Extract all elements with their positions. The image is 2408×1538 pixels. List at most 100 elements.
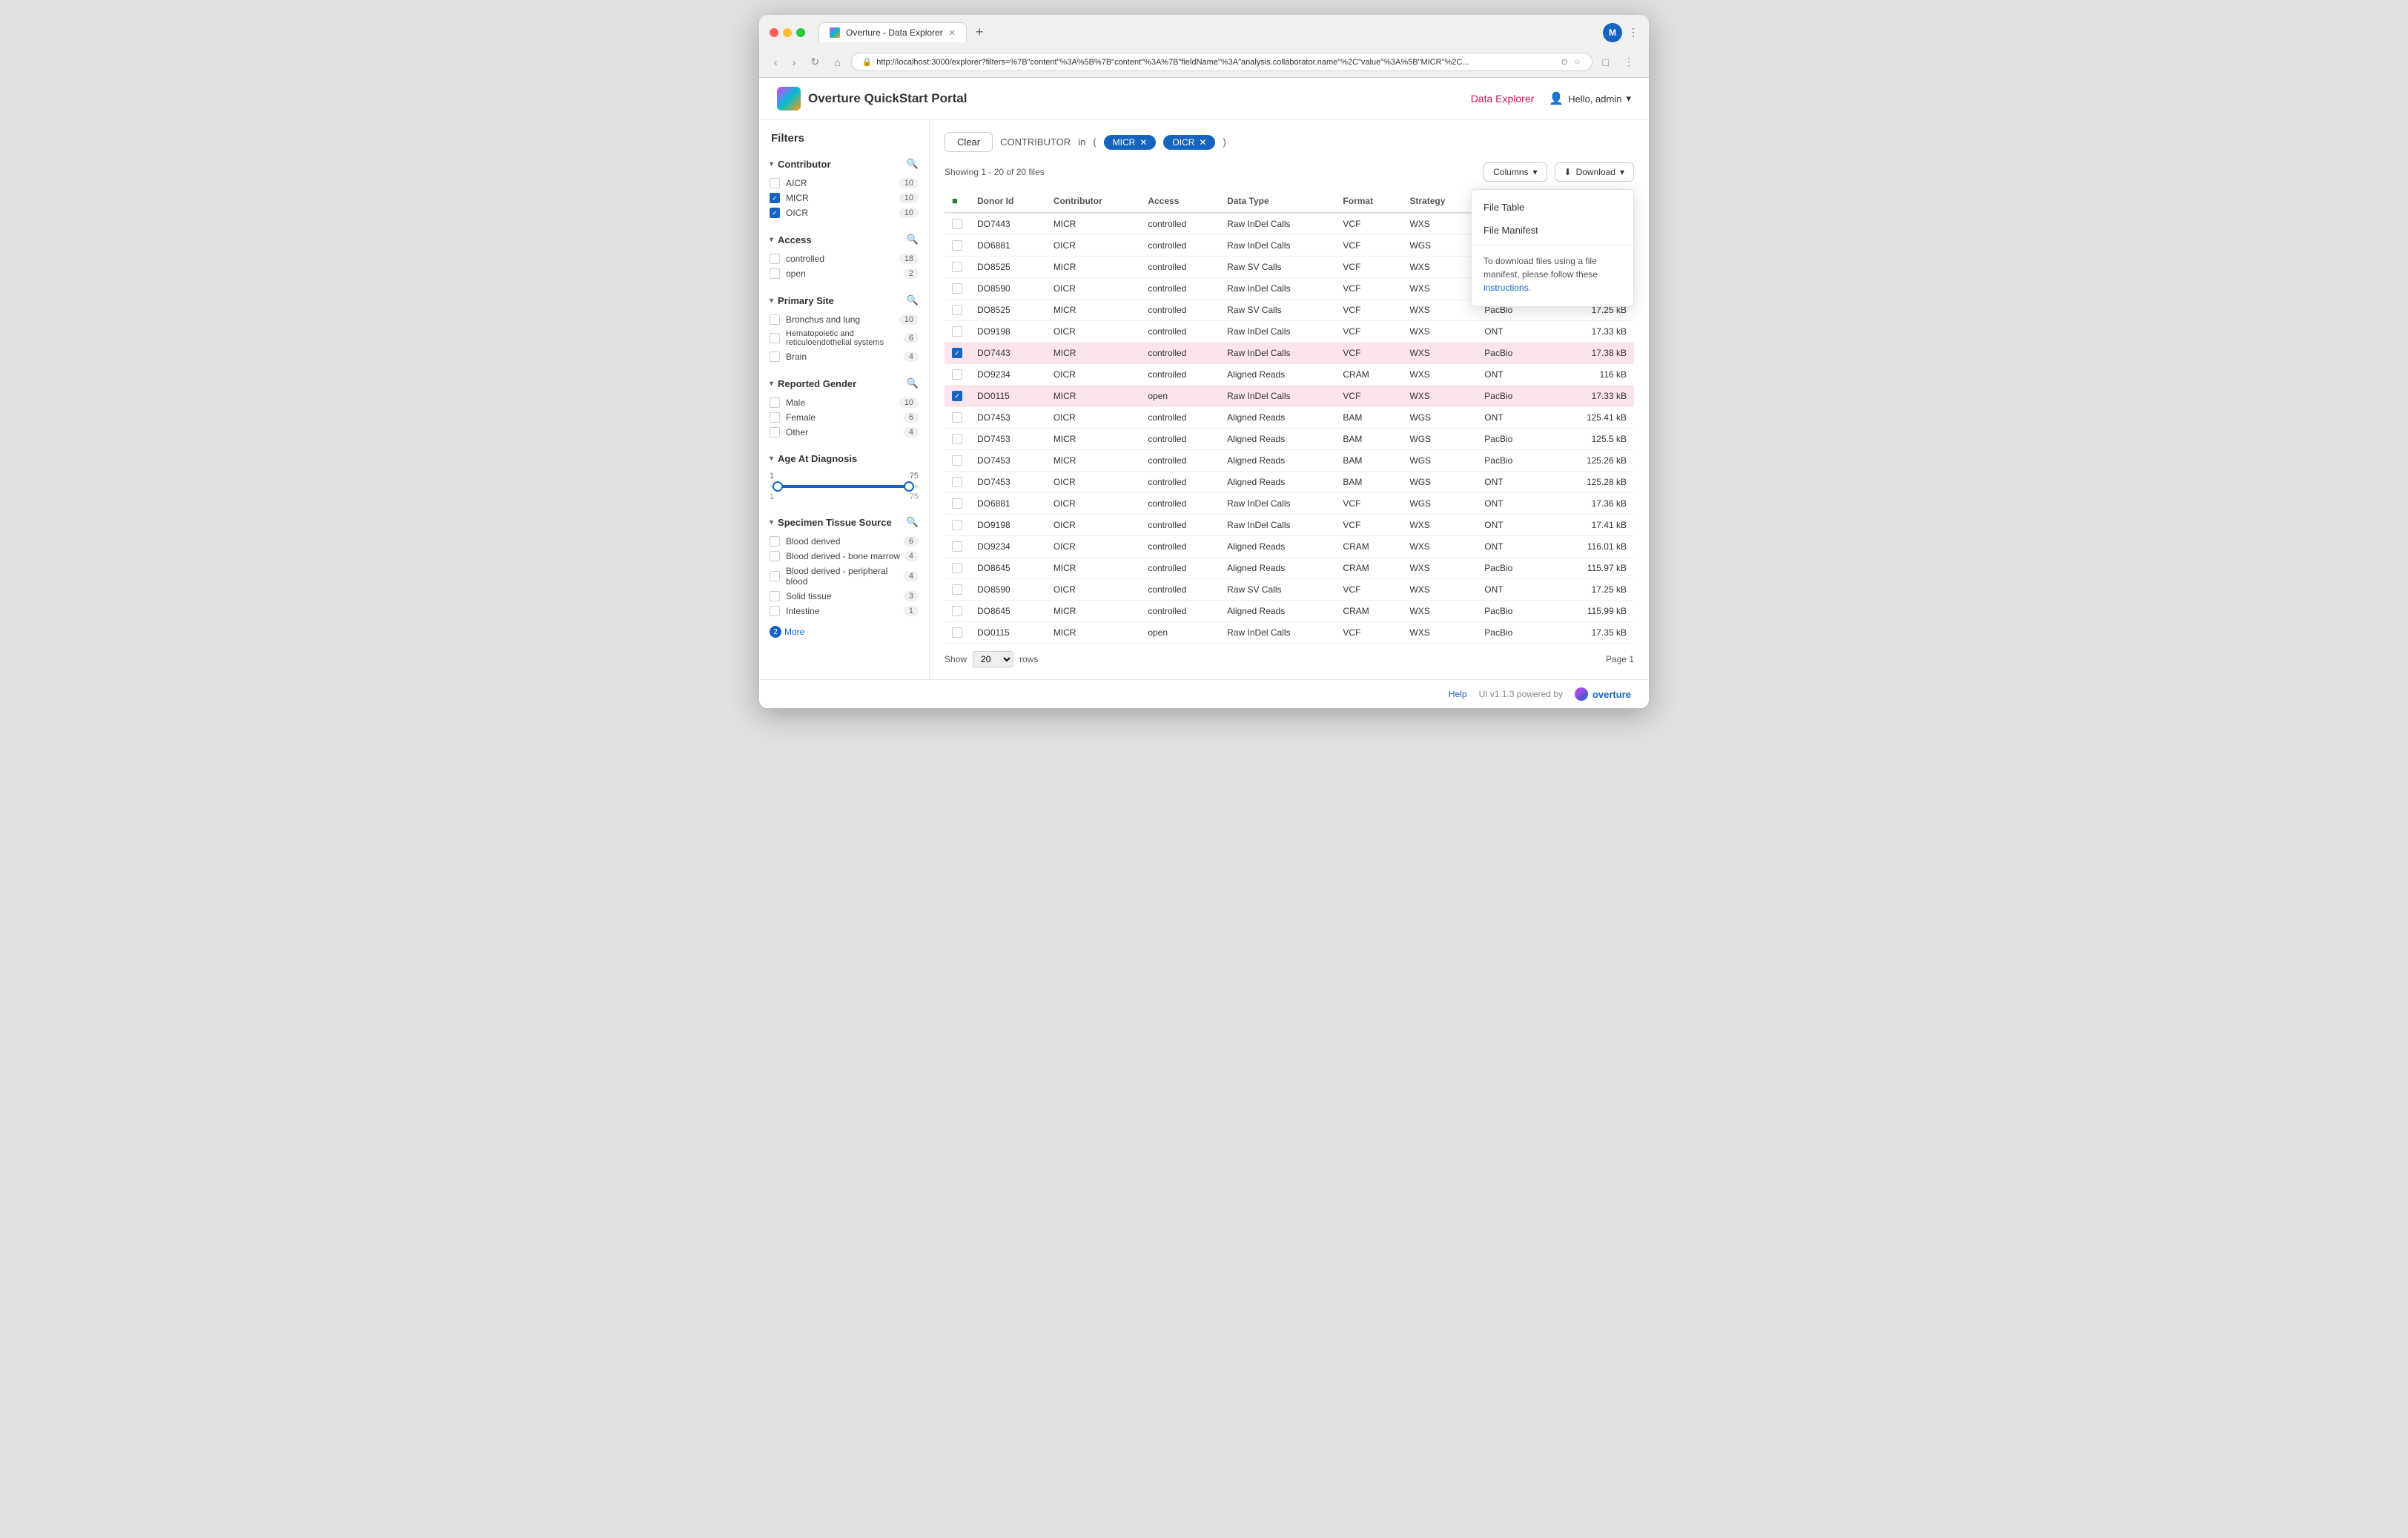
access-search-icon[interactable]: 🔍 [907,234,919,245]
format-cell: CRAM [1335,558,1402,579]
table-actions: Columns ▾ ⬇ Download ▾ File Table [1484,162,1634,182]
filter-item-bronchus-left: Bronchus and lung [770,314,860,325]
specimen-search-icon[interactable]: 🔍 [907,516,919,528]
row-checkbox[interactable] [952,563,962,573]
micr-checkbox[interactable] [770,193,780,203]
other-checkbox[interactable] [770,427,780,438]
filter-tag-micr: MICR ✕ [1104,135,1157,150]
hemato-checkbox[interactable] [770,333,780,343]
row-checkbox[interactable] [952,305,962,315]
row-checkbox[interactable] [952,434,962,444]
data-explorer-link[interactable]: Data Explorer [1471,93,1535,105]
row-checkbox[interactable] [952,520,962,530]
row-checkbox[interactable] [952,391,962,401]
row-checkbox[interactable] [952,219,962,229]
row-checkbox[interactable] [952,455,962,466]
row-checkbox-cell [945,536,970,558]
more-options-button[interactable]: ⋮ [1619,53,1638,71]
back-button[interactable]: ‹ [770,53,782,71]
row-checkbox[interactable] [952,606,962,616]
maximize-button[interactable] [796,28,805,37]
slider-min-thumb[interactable] [773,481,783,492]
female-checkbox[interactable] [770,412,780,423]
solid-checkbox[interactable] [770,591,780,601]
file-table-option[interactable]: File Table [1472,196,1633,219]
more-circle-icon: 2 [770,626,781,638]
oicr-checkbox[interactable] [770,208,780,218]
row-checkbox[interactable] [952,584,962,595]
bronchus-checkbox[interactable] [770,314,780,325]
data-type-cell: Raw InDel Calls [1220,235,1335,257]
minimize-button[interactable] [783,28,792,37]
male-checkbox[interactable] [770,397,780,408]
user-menu[interactable]: 👤 Hello, admin ▾ [1549,91,1631,106]
instructions-link[interactable]: instructions. [1484,283,1531,293]
blood-bone-checkbox[interactable] [770,551,780,561]
primary-site-header[interactable]: ▾ Primary Site 🔍 [759,290,929,311]
row-checkbox[interactable] [952,348,962,358]
row-checkbox[interactable] [952,477,962,487]
age-header[interactable]: ▾ Age At Diagnosis [759,449,929,469]
row-checkbox-cell [945,579,970,601]
gender-header[interactable]: ▾ Reported Gender 🔍 [759,373,929,394]
forward-button[interactable]: › [788,53,801,71]
profile-icon[interactable]: M [1603,23,1622,42]
filter-item-micr-left: MICR [770,193,809,203]
file-manifest-option[interactable]: File Manifest [1472,219,1633,242]
filter-item-controlled: controlled 18 [770,251,919,266]
row-checkbox[interactable] [952,326,962,337]
blood-checkbox[interactable] [770,536,780,547]
filter-tag-oicr-close[interactable]: ✕ [1199,137,1206,148]
row-checkbox[interactable] [952,627,962,638]
extensions-button[interactable]: □ [1598,53,1613,71]
blood-peripheral-checkbox[interactable] [770,571,780,581]
brain-checkbox[interactable] [770,352,780,362]
rows-select[interactable]: 20 50 100 [973,651,1013,667]
age-chevron-icon: ▾ [770,455,773,463]
row-checkbox[interactable] [952,541,962,552]
data-type-cell: Raw SV Calls [1220,257,1335,278]
reload-button[interactable]: ↻ [806,53,824,71]
size-cell: 17.41 kB [1552,515,1634,536]
open-checkbox[interactable] [770,268,780,279]
address-bar[interactable]: 🔒 http://localhost:3000/explorer?filters… [851,53,1592,71]
address-bar-row: ‹ › ↻ ⌂ 🔒 http://localhost:3000/explorer… [770,48,1638,77]
primary-site-title: ▾ Primary Site [770,295,834,306]
download-button[interactable]: ⬇ Download ▾ [1555,162,1634,182]
help-link[interactable]: Help [1449,689,1467,699]
access-header[interactable]: ▾ Access 🔍 [759,229,929,250]
row-checkbox[interactable] [952,369,962,380]
more-link[interactable]: 2 More [759,624,929,642]
columns-button[interactable]: Columns ▾ [1484,162,1547,182]
new-tab-button[interactable]: + [971,24,988,40]
row-checkbox[interactable] [952,262,962,272]
menu-dots-icon[interactable]: ⋮ [1628,26,1638,39]
tab-close-icon[interactable]: ✕ [949,28,956,38]
slider-track[interactable] [770,485,919,488]
clear-button[interactable]: Clear [945,132,993,152]
strategy-cell: WGS [1402,235,1477,257]
row-checkbox[interactable] [952,240,962,251]
specimen-header[interactable]: ▾ Specimen Tissue Source 🔍 [759,512,929,532]
size-cell: 17.33 kB [1552,386,1634,407]
home-button[interactable]: ⌂ [830,53,844,71]
row-checkbox[interactable] [952,283,962,294]
blood-label: Blood derived [786,536,840,547]
contributor-search-icon[interactable]: 🔍 [907,158,919,170]
star-icon[interactable]: ☆ [1574,57,1581,67]
filter-item-male-left: Male [770,397,805,408]
primary-site-search-icon[interactable]: 🔍 [907,294,919,306]
gender-search-icon[interactable]: 🔍 [907,377,919,389]
age-label: Age At Diagnosis [778,453,857,464]
intestine-checkbox[interactable] [770,606,780,616]
controlled-checkbox[interactable] [770,254,780,264]
row-checkbox[interactable] [952,412,962,423]
close-button[interactable] [770,28,778,37]
aicr-checkbox[interactable] [770,178,780,188]
slider-max-thumb[interactable] [904,481,914,492]
data-type-cell: Aligned Reads [1220,450,1335,472]
browser-tab[interactable]: Overture - Data Explorer ✕ [818,22,967,42]
row-checkbox[interactable] [952,498,962,509]
contributor-header[interactable]: ▾ Contributor 🔍 [759,154,929,174]
filter-tag-micr-close[interactable]: ✕ [1140,137,1147,148]
